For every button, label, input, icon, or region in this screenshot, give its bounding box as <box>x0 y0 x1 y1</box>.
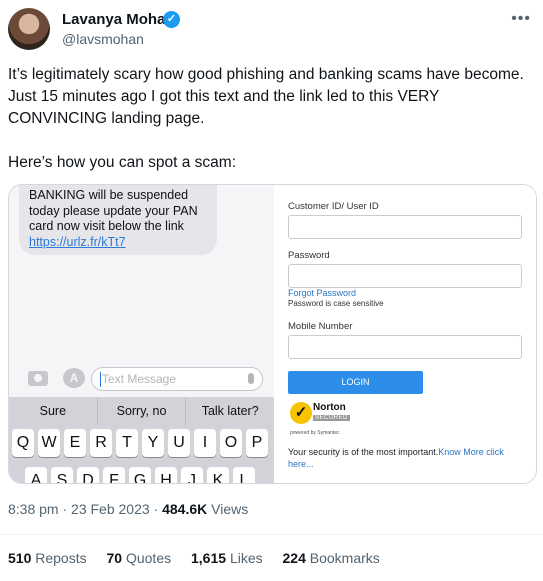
suggestion: Sure <box>9 397 98 425</box>
bookmarks-stat[interactable]: 224 Bookmarks <box>283 550 380 566</box>
key: E <box>64 429 86 457</box>
norton-powered: powered by Symantec <box>290 430 340 436</box>
sms-line: BANKING will be suspended <box>29 188 189 202</box>
suggestion-bar: Sure Sorry, no Talk later? <box>9 397 274 425</box>
compose-row: A Text Message <box>9 365 274 397</box>
likes-count: 1,615 <box>191 550 227 566</box>
norton-brand: Norton <box>313 402 346 413</box>
more-options-icon[interactable]: ••• <box>511 10 531 28</box>
likes-label: Likes <box>229 550 263 566</box>
sms-screenshot: BANKING will be suspended today please u… <box>9 185 274 483</box>
key: G <box>129 467 151 483</box>
key: H <box>155 467 177 483</box>
camera-icon <box>28 371 48 386</box>
key: L <box>233 467 255 483</box>
tweet-meta: 8:38 pm · 23 Feb 2023 · 484.6K Views <box>8 501 248 517</box>
security-text: Your security is of the most important. <box>288 447 439 457</box>
suggestion: Sorry, no <box>98 397 187 425</box>
quotes-label: Quotes <box>125 550 172 566</box>
password-label: Password <box>288 250 330 261</box>
password-hint: Password is case sensitive <box>288 299 384 308</box>
sms-link: https://urlz.fr/kTt7 <box>29 234 126 249</box>
tweet-timestamp[interactable]: 8:38 pm · 23 Feb 2023 · <box>8 501 162 517</box>
bookmarks-count: 224 <box>282 550 306 566</box>
mic-icon <box>248 373 254 384</box>
reposts-count: 510 <box>8 550 32 566</box>
message-field: Text Message <box>91 367 263 391</box>
forgot-password-link: Forgot Password <box>288 288 357 298</box>
norton-seal: ✓ Norton SECURED powered by Symantec <box>288 400 356 440</box>
key: A <box>25 467 47 483</box>
customer-id-field <box>288 215 522 239</box>
security-note: Your security is of the most important.K… <box>288 446 528 470</box>
reposts-stat[interactable]: 510 Reposts <box>8 550 87 566</box>
key: U <box>168 429 190 457</box>
views-count: 484.6K <box>162 501 208 517</box>
key: R <box>90 429 112 457</box>
views-label: Views <box>207 501 249 517</box>
quotes-count: 70 <box>106 550 123 566</box>
tweet-text: It’s legitimately scary how good phishin… <box>8 64 528 174</box>
sms-line: card now visit below the link <box>29 219 184 233</box>
suggestion: Talk later? <box>201 404 259 418</box>
key: Y <box>142 429 164 457</box>
key: S <box>51 467 73 483</box>
mobile-number-field <box>288 335 522 359</box>
key: P <box>246 429 268 457</box>
likes-stat[interactable]: 1,615 Likes <box>191 550 263 566</box>
customer-id-label: Customer ID/ User ID <box>288 201 379 212</box>
key: W <box>38 429 60 457</box>
engagement-stats: 510 Reposts 70 Quotes 1,615 Likes 224 Bo… <box>8 550 396 566</box>
keyboard: Sure Sorry, no Talk later? Q W E R T Y U… <box>9 397 274 483</box>
password-field <box>288 264 522 288</box>
appstore-icon: A <box>63 368 85 388</box>
key: J <box>181 467 203 483</box>
verified-badge-icon: ✓ <box>163 11 180 28</box>
author-handle[interactable]: @lavsmohan <box>62 31 144 47</box>
key: T <box>116 429 138 457</box>
quotes-stat[interactable]: 70 Quotes <box>107 550 172 566</box>
key: F <box>103 467 125 483</box>
checkmark-icon: ✓ <box>290 402 312 424</box>
tweet-paragraph: It’s legitimately scary how good phishin… <box>8 66 524 127</box>
norton-secured: SECURED <box>313 415 350 421</box>
reposts-label: Reposts <box>35 550 87 566</box>
sms-line: today please update your PAN <box>29 203 198 218</box>
tweet-paragraph: Here’s how you can spot a scam: <box>8 154 237 171</box>
author-name[interactable]: Lavanya Mohan <box>62 11 175 28</box>
message-placeholder: Text Message <box>102 372 177 386</box>
text-caret <box>100 372 101 387</box>
tweet-media[interactable]: BANKING will be suspended today please u… <box>8 184 537 484</box>
key: D <box>77 467 99 483</box>
sms-bubble: BANKING will be suspended today please u… <box>19 185 217 255</box>
key: K <box>207 467 229 483</box>
key: I <box>194 429 216 457</box>
avatar[interactable] <box>8 8 50 50</box>
login-button: LOGIN <box>288 371 423 394</box>
bookmarks-label: Bookmarks <box>309 550 380 566</box>
key: O <box>220 429 242 457</box>
divider <box>0 534 543 535</box>
mobile-number-label: Mobile Number <box>288 321 353 332</box>
login-screenshot: Customer ID/ User ID Password Forgot Pas… <box>274 185 536 483</box>
key: Q <box>12 429 34 457</box>
